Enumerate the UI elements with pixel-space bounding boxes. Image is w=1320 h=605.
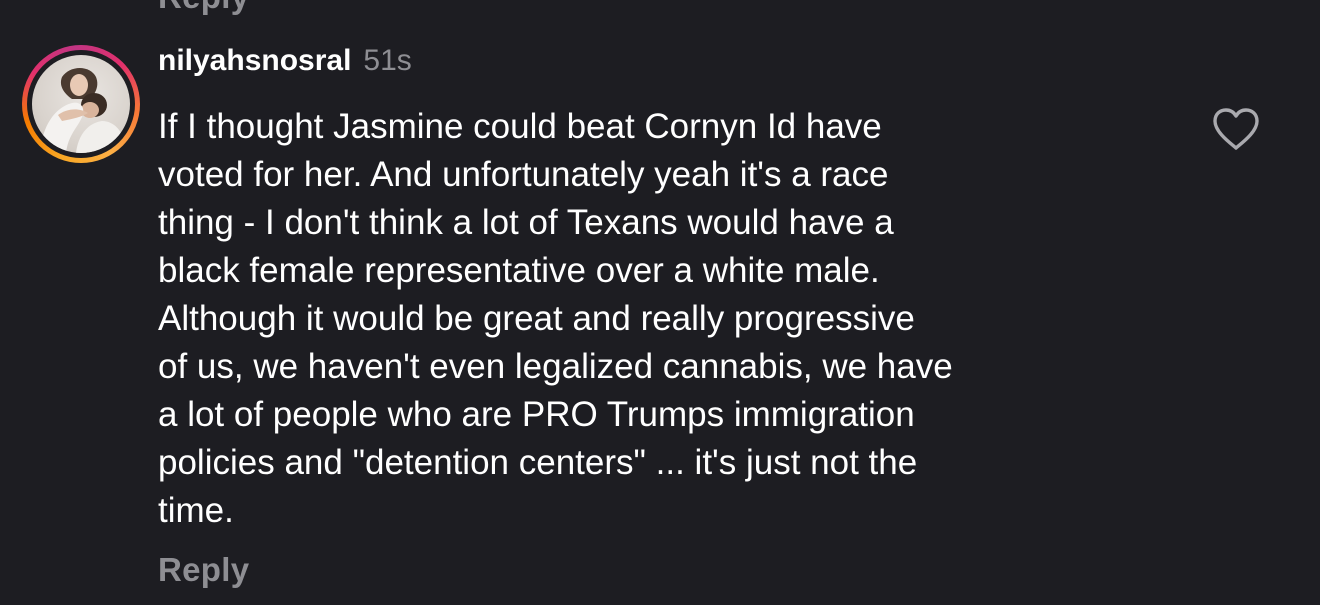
previous-comment-reply-button[interactable]: Reply [158, 0, 249, 16]
comment-line: thing - I don't think a lot of Texans wo… [158, 203, 894, 242]
comment-header: nilyahsnosral 51s [158, 44, 412, 88]
comment-line: of us, we haven't even legalized cannabi… [158, 347, 953, 386]
comment-line: time. [158, 491, 234, 530]
avatar-image [40, 68, 126, 153]
comment-line: If I thought Jasmine could beat Cornyn I… [158, 107, 882, 146]
comment-line: voted for her. And unfortunately yeah it… [158, 155, 889, 194]
comment-line: policies and "detention centers" ... it'… [158, 443, 918, 482]
comment-line: Although it would be great and really pr… [158, 299, 915, 338]
avatar[interactable] [22, 45, 140, 163]
timestamp: 51s [363, 44, 412, 77]
reply-button[interactable]: Reply [158, 551, 249, 589]
username-link[interactable]: nilyahsnosral [158, 44, 351, 78]
like-button[interactable] [1211, 106, 1261, 152]
comment-text: If I thought Jasmine could beat Cornyn I… [158, 103, 1168, 535]
comment-line: a lot of people who are PRO Trumps immig… [158, 395, 915, 434]
comment-line: black female representative over a white… [158, 251, 880, 290]
avatar-photo [32, 55, 130, 153]
heart-outline-icon [1213, 108, 1259, 150]
